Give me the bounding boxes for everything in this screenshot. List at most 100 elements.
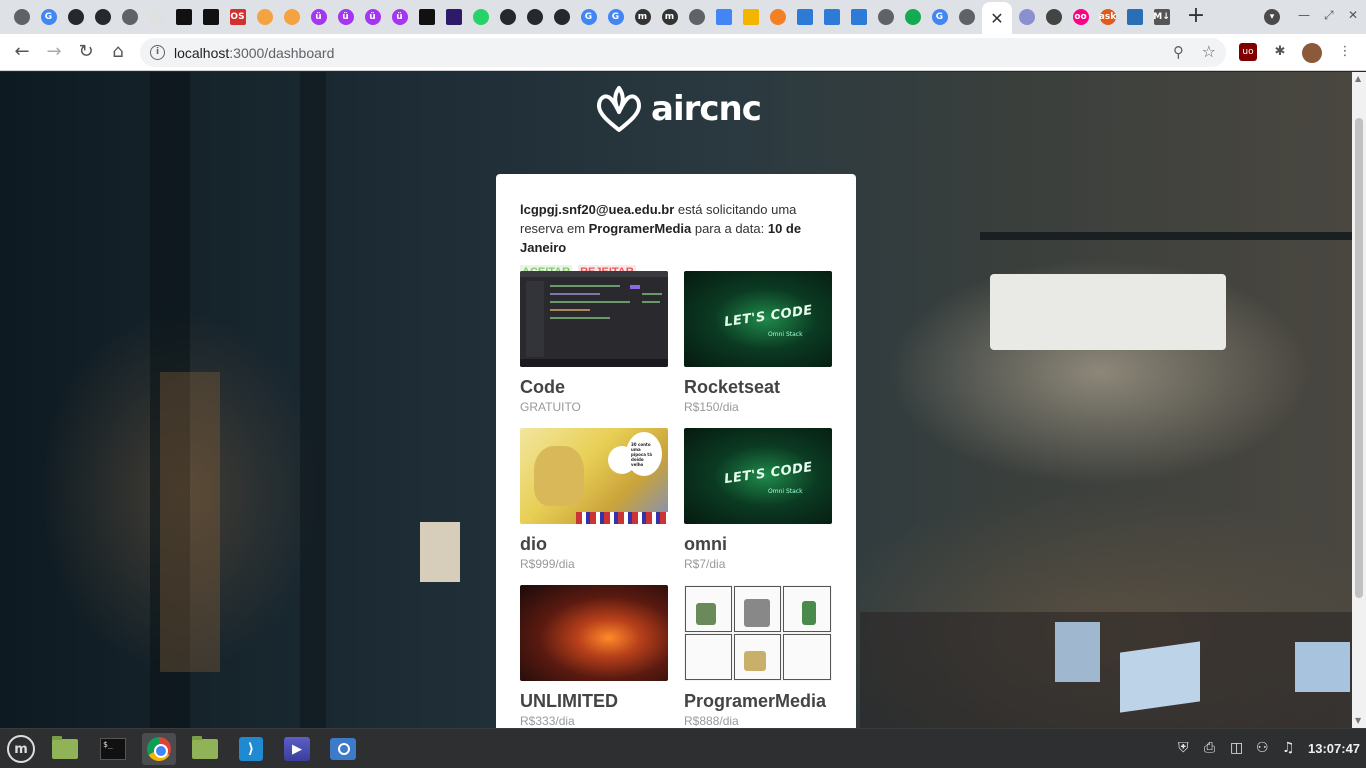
scroll-up-icon[interactable]: ▲	[1355, 74, 1361, 83]
browser-tab[interactable]	[953, 6, 980, 28]
flag-favicon	[283, 9, 300, 25]
ublock-icon[interactable]: uo	[1239, 43, 1257, 61]
browser-tab[interactable]	[116, 6, 143, 28]
background-rail	[980, 232, 1352, 240]
spot-list-item[interactable]: LET'S CODE Omni Stack Rocketseat R$150/dia	[684, 271, 832, 428]
bookmark-star-icon[interactable]: ☆	[1202, 42, 1216, 61]
scroll-down-icon[interactable]: ▼	[1355, 716, 1361, 725]
extensions-puzzle-icon[interactable]: ✱	[1271, 43, 1289, 61]
browser-tab[interactable]	[872, 6, 899, 28]
screen-tray-icon[interactable]: ◫	[1230, 740, 1243, 756]
reload-icon[interactable]: ↻	[73, 40, 99, 64]
network-tray-icon[interactable]: ⚇	[1256, 740, 1269, 756]
spot-list-item[interactable]: LET'S CODE Omni Stack omni R$7/dia	[684, 428, 832, 585]
browser-tab[interactable]	[467, 6, 494, 28]
pen-favicon	[418, 9, 435, 25]
files-launcher[interactable]	[48, 733, 82, 765]
browser-tab[interactable]	[764, 6, 791, 28]
spot-list-item[interactable]: 30 conto uma pipoca tá doido velho dio R$9…	[520, 428, 668, 585]
url-text[interactable]: localhost:3000/dashboard	[174, 45, 334, 61]
terminal-launcher[interactable]: $_	[96, 733, 130, 765]
browser-tab[interactable]: m	[629, 6, 656, 28]
spot-company: omni	[684, 534, 727, 554]
browser-tab[interactable]	[197, 6, 224, 28]
browser-tab[interactable]: G	[35, 6, 62, 28]
browser-tab[interactable]: ask	[1094, 6, 1121, 28]
clock[interactable]: 13:07:47	[1308, 741, 1360, 756]
restore-icon[interactable]: ⤢	[1324, 8, 1334, 23]
page-scrollbar[interactable]: ▲ ▼	[1352, 72, 1366, 728]
browser-tab[interactable]	[1121, 6, 1148, 28]
browser-tab[interactable]	[1013, 6, 1040, 28]
tab-search-icon[interactable]: ▾	[1264, 9, 1280, 25]
background-laptop	[1120, 641, 1200, 713]
browser-tab[interactable]: G	[926, 6, 953, 28]
home-icon[interactable]: ⌂	[105, 40, 131, 64]
browser-tab[interactable]	[548, 6, 575, 28]
google-favicon: G	[931, 9, 948, 25]
spot-list-item[interactable]: ProgramerMedia R$888/dia	[684, 585, 832, 742]
udemy-favicon: ü	[391, 9, 408, 25]
browser-tab[interactable]: OS	[224, 6, 251, 28]
background-laptop	[1295, 642, 1350, 692]
shield-tray-icon[interactable]: ⛨	[1178, 740, 1189, 756]
scrollbar-thumb[interactable]	[1355, 118, 1363, 598]
browser-tab[interactable]	[683, 6, 710, 28]
vscode-icon: ⟩	[239, 737, 263, 761]
screenshot-launcher[interactable]	[326, 733, 360, 765]
browser-tab[interactable]	[1040, 6, 1067, 28]
browser-tab[interactable]	[8, 6, 35, 28]
files-launcher-2[interactable]	[188, 733, 222, 765]
browser-tab[interactable]	[143, 6, 170, 28]
browser-tab[interactable]	[845, 6, 872, 28]
medium-favicon: m	[661, 9, 678, 25]
new-tab-button[interactable]: +	[1184, 4, 1208, 30]
menu-kebab-icon[interactable]: ⋮	[1336, 43, 1354, 61]
airbnb-logo-icon	[597, 86, 641, 132]
browser-tab[interactable]: m	[656, 6, 683, 28]
close-window-icon[interactable]: ✕	[1348, 8, 1358, 22]
browser-tab[interactable]: oo	[1067, 6, 1094, 28]
browser-tab[interactable]	[791, 6, 818, 28]
printer-tray-icon[interactable]: ⎙	[1204, 740, 1215, 756]
browser-tab[interactable]: G	[575, 6, 602, 28]
vscode-launcher[interactable]: ⟩	[234, 733, 268, 765]
spot-list-item[interactable]: Code GRATUITO	[520, 271, 668, 428]
sound-tray-icon[interactable]: ♫	[1282, 740, 1295, 756]
browser-tab[interactable]: ü	[305, 6, 332, 28]
back-icon[interactable]: ←	[9, 40, 35, 64]
browser-tab[interactable]: ü	[332, 6, 359, 28]
browser-tab[interactable]	[170, 6, 197, 28]
chrome-launcher[interactable]	[142, 733, 176, 765]
zoom-icon[interactable]: ⚲	[1173, 43, 1184, 61]
spot-list-item[interactable]: UNLIMITED R$333/dia	[520, 585, 668, 742]
browser-tab[interactable]	[278, 6, 305, 28]
browser-tab[interactable]	[899, 6, 926, 28]
mint-menu-button[interactable]: m	[4, 733, 38, 765]
browser-tab[interactable]	[251, 6, 278, 28]
browser-tab[interactable]	[413, 6, 440, 28]
address-bar[interactable]: i localhost:3000/dashboard ⚲ ☆	[140, 38, 1226, 67]
active-tab[interactable]: ✕	[982, 2, 1012, 34]
browser-tab[interactable]	[737, 6, 764, 28]
browser-tab[interactable]	[62, 6, 89, 28]
spot-thumbnail	[520, 271, 668, 367]
minimize-icon[interactable]: —	[1298, 8, 1310, 22]
browser-tab[interactable]	[494, 6, 521, 28]
dashboard-card: lcgpgj.snf20@uea.edu.br está solicitando…	[496, 174, 856, 734]
site-info-icon[interactable]: i	[150, 45, 165, 60]
browser-tab[interactable]: ü	[386, 6, 413, 28]
browser-tab[interactable]	[440, 6, 467, 28]
thumbnail-subcaption: Omni Stack	[768, 331, 803, 338]
close-tab-icon[interactable]: ✕	[990, 9, 1003, 28]
browser-tab[interactable]	[521, 6, 548, 28]
profile-avatar[interactable]	[1302, 43, 1322, 63]
media-player-launcher[interactable]: ▶	[280, 733, 314, 765]
browser-tab[interactable]: M↓	[1148, 6, 1175, 28]
browser-tab[interactable]	[710, 6, 737, 28]
forward-icon[interactable]: →	[41, 40, 67, 64]
browser-tab[interactable]	[89, 6, 116, 28]
browser-tab[interactable]: G	[602, 6, 629, 28]
browser-tab[interactable]: ü	[359, 6, 386, 28]
browser-tab[interactable]	[818, 6, 845, 28]
